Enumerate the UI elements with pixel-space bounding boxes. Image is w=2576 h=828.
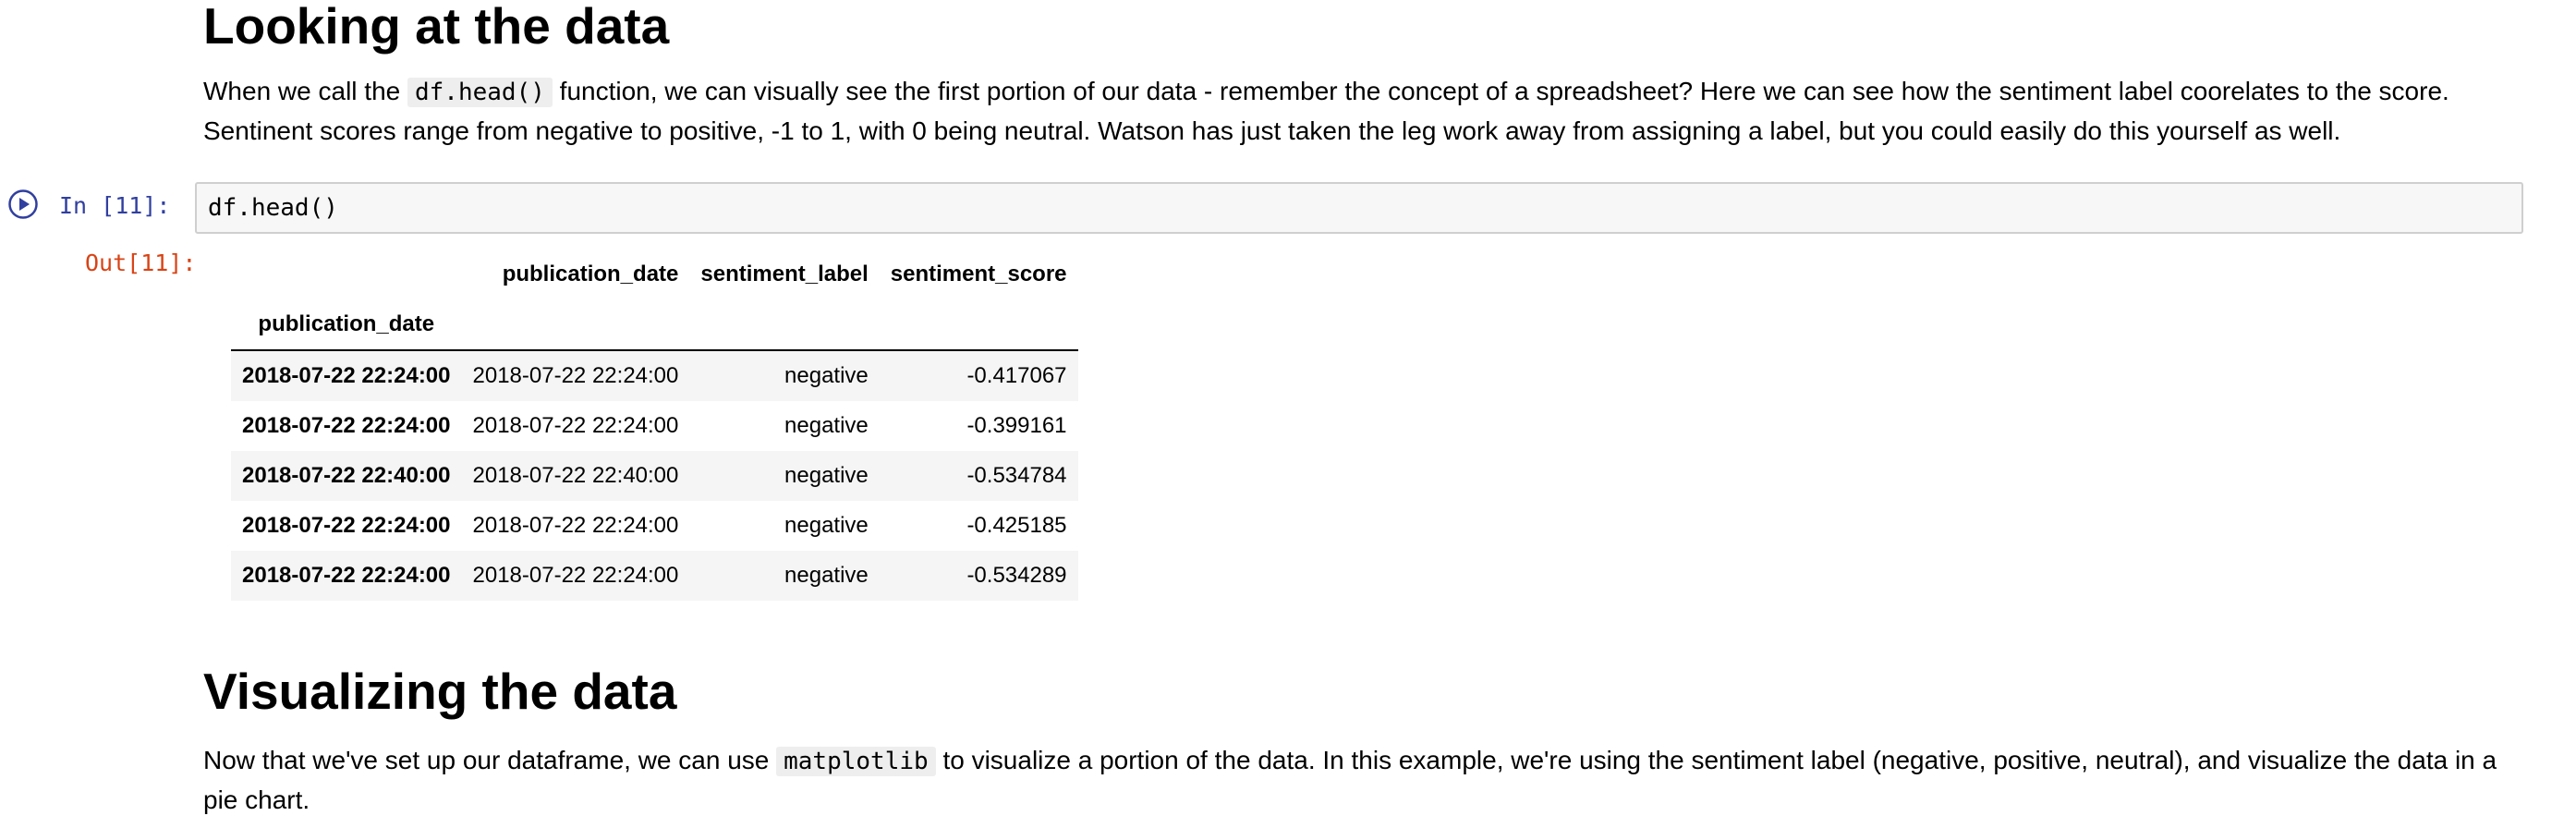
table-header-blank	[880, 299, 1078, 350]
column-header: sentiment_score	[890, 262, 1067, 286]
cell-sentiment-score: -0.417067	[966, 363, 1067, 388]
section-heading-looking-at-data: Looking at the data	[203, 0, 670, 55]
row-index: 2018-07-22 22:40:00	[242, 463, 451, 488]
cell-publication-date: 2018-07-22 22:24:00	[472, 513, 679, 538]
cell-publication-date: 2018-07-22 22:24:00	[472, 363, 679, 388]
table-header-blank	[462, 299, 690, 350]
section-paragraph-visualizing: Now that we've set up our dataframe, we …	[203, 741, 2532, 819]
paragraph-text: When we call the	[203, 77, 407, 105]
table-header-blank	[231, 250, 462, 299]
cell-sentiment-label: negative	[784, 513, 869, 538]
cell-publication-date: 2018-07-22 22:24:00	[472, 413, 679, 438]
cell-sentiment-score: -0.425185	[966, 513, 1067, 538]
code-cell-input[interactable]: df.head()	[195, 182, 2523, 234]
index-name-header: publication_date	[258, 311, 435, 336]
cell-publication-date: 2018-07-22 22:24:00	[472, 563, 679, 588]
column-header: sentiment_label	[700, 262, 869, 286]
section-heading-visualizing-data: Visualizing the data	[203, 663, 677, 720]
row-index: 2018-07-22 22:24:00	[242, 413, 451, 438]
cell-sentiment-score: -0.399161	[966, 413, 1067, 438]
cell-sentiment-score: -0.534289	[966, 563, 1067, 588]
cell-sentiment-label: negative	[784, 363, 869, 388]
table-header-row: publication_date sentiment_label sentime…	[231, 250, 1078, 299]
table-row: 2018-07-22 22:24:00 2018-07-22 22:24:00 …	[231, 401, 1078, 451]
inline-code-df-head: df.head()	[407, 78, 553, 107]
column-header: publication_date	[502, 262, 679, 286]
table-row: 2018-07-22 22:24:00 2018-07-22 22:24:00 …	[231, 350, 1078, 401]
play-circle-icon[interactable]	[7, 189, 39, 220]
input-prompt: In [11]:	[59, 192, 171, 219]
dataframe-output-table: publication_date sentiment_label sentime…	[231, 250, 1078, 601]
row-index: 2018-07-22 22:24:00	[242, 563, 451, 588]
paragraph-text: Now that we've set up our dataframe, we …	[203, 746, 777, 774]
cell-sentiment-score: -0.534784	[966, 463, 1067, 488]
cell-publication-date: 2018-07-22 22:40:00	[472, 463, 679, 488]
table-header-blank	[689, 299, 879, 350]
row-index: 2018-07-22 22:24:00	[242, 513, 451, 538]
section-paragraph-intro: When we call the df.head() function, we …	[203, 72, 2532, 150]
table-row: 2018-07-22 22:40:00 2018-07-22 22:40:00 …	[231, 451, 1078, 501]
output-prompt: Out[11]:	[85, 250, 197, 276]
cell-sentiment-label: negative	[784, 463, 869, 488]
row-index: 2018-07-22 22:24:00	[242, 363, 451, 388]
table-index-name-row: publication_date	[231, 299, 1078, 350]
cell-sentiment-label: negative	[784, 413, 869, 438]
table-row: 2018-07-22 22:24:00 2018-07-22 22:24:00 …	[231, 551, 1078, 601]
cell-sentiment-label: negative	[784, 563, 869, 588]
inline-code-matplotlib: matplotlib	[776, 747, 936, 776]
table-row: 2018-07-22 22:24:00 2018-07-22 22:24:00 …	[231, 501, 1078, 551]
